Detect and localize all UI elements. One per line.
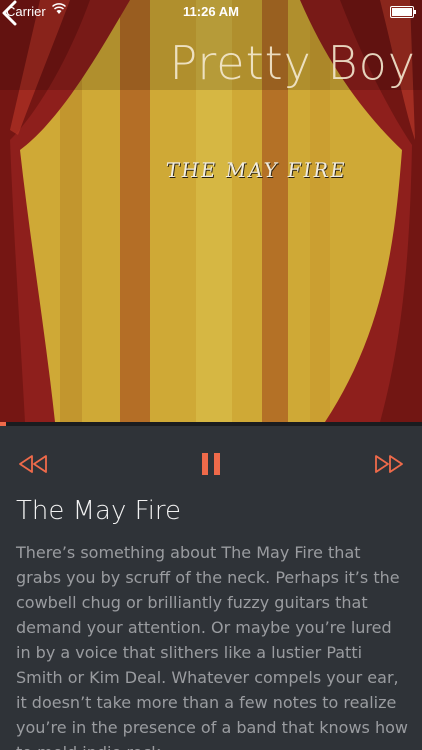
playback-progress-bar[interactable]	[0, 422, 422, 426]
rewind-icon[interactable]	[18, 452, 48, 476]
album-description: There’s something about The May Fire tha…	[16, 543, 408, 750]
status-time: 11:26 AM	[183, 4, 239, 19]
album-artwork: Carrier 11:26 AM Pretty Boy THE MAY FIRE	[0, 0, 422, 422]
song-title: Pretty Boy	[169, 36, 416, 90]
playback-progress-fill	[0, 422, 6, 426]
fast-forward-icon[interactable]	[374, 452, 404, 476]
pause-icon[interactable]	[199, 452, 223, 476]
status-bar: Carrier 11:26 AM	[0, 0, 422, 22]
band-logo-text: THE MAY FIRE	[164, 158, 349, 182]
now-playing-screen: Carrier 11:26 AM Pretty Boy THE MAY FIRE…	[0, 0, 422, 750]
back-chevron-icon[interactable]	[0, 0, 20, 26]
battery-icon	[390, 6, 416, 18]
album-title: The May Fire	[16, 496, 182, 526]
